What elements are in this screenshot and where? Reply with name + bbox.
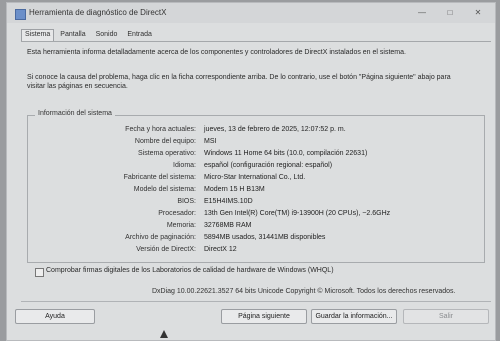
info-value: Windows 11 Home 64 bits (10.0, compilaci… — [204, 150, 368, 157]
title-bar[interactable]: Herramienta de diagnóstico de DirectX — … — [7, 3, 495, 23]
info-label: Idioma: — [173, 162, 196, 169]
system-info-title: Información del sistema — [35, 110, 115, 117]
info-label: Procesador: — [158, 210, 196, 217]
maximize-icon[interactable]: □ — [439, 7, 461, 19]
help-button[interactable]: Ayuda — [15, 309, 95, 324]
info-label: BIOS: — [177, 198, 196, 205]
copyright-text: DxDiag 10.00.22621.3527 64 bits Unicode … — [152, 288, 456, 295]
whql-checkbox-label[interactable]: Comprobar firmas digitales de los Labora… — [46, 267, 334, 274]
info-label: Versión de DirectX: — [136, 246, 196, 253]
dxdiag-window: Herramienta de diagnóstico de DirectX — … — [6, 2, 496, 341]
info-label: Fecha y hora actuales: — [125, 126, 196, 133]
info-value: DirectX 12 — [204, 246, 237, 253]
info-row-language: Idioma: español (configuración regional:… — [28, 162, 484, 173]
info-label: Memoria: — [166, 222, 196, 229]
save-info-button[interactable]: Guardar la información... — [311, 309, 397, 324]
info-value: MSI — [204, 138, 217, 145]
info-row-memory: Memoria: 32768MB RAM — [28, 222, 484, 233]
hint-text: Si conoce la causa del problema, haga cl… — [27, 74, 451, 90]
tab-pantalla[interactable]: Pantalla — [56, 29, 89, 41]
directx-app-icon — [15, 9, 26, 20]
info-value: 5894MB usados, 31441MB disponibles — [204, 234, 326, 241]
info-value: Micro-Star International Co., Ltd. — [204, 174, 306, 181]
mouse-cursor-icon — [160, 330, 168, 338]
info-value: Modern 15 H B13M — [204, 186, 265, 193]
tab-sonido[interactable]: Sonido — [92, 29, 122, 41]
close-icon[interactable]: ✕ — [467, 7, 489, 19]
info-row-manufacturer: Fabricante del sistema: Micro-Star Inter… — [28, 174, 484, 185]
intro-text: Esta herramienta informa detalladamente … — [27, 49, 406, 56]
info-label: Fabricante del sistema: — [123, 174, 196, 181]
info-row-processor: Procesador: 13th Gen Intel(R) Core(TM) i… — [28, 210, 484, 221]
info-value: español (configuración regional: español… — [204, 162, 333, 169]
info-row-bios: BIOS: E15H4IMS.10D — [28, 198, 484, 209]
exit-button[interactable]: Salir — [403, 309, 489, 324]
whql-checkbox[interactable] — [35, 268, 44, 277]
system-info-group: Fecha y hora actuales: jueves, 13 de feb… — [27, 115, 485, 263]
info-row-pagefile: Archivo de paginación: 5894MB usados, 31… — [28, 234, 484, 245]
info-label: Sistema operativo: — [138, 150, 196, 157]
info-row-computer-name: Nombre del equipo: MSI — [28, 138, 484, 149]
info-row-os: Sistema operativo: Windows 11 Home 64 bi… — [28, 150, 484, 161]
tab-sistema[interactable]: Sistema — [21, 29, 55, 41]
info-row-date: Fecha y hora actuales: jueves, 13 de feb… — [28, 126, 484, 137]
next-page-button[interactable]: Página siguiente — [221, 309, 307, 324]
tab-entrada[interactable]: Entrada — [123, 29, 156, 41]
window-title: Herramienta de diagnóstico de DirectX — [29, 8, 167, 17]
info-value: E15H4IMS.10D — [204, 198, 253, 205]
info-label: Nombre del equipo: — [134, 138, 196, 145]
info-value: 32768MB RAM — [204, 222, 252, 229]
minimize-icon[interactable]: — — [411, 7, 433, 19]
info-row-directx-version: Versión de DirectX: DirectX 12 — [28, 246, 484, 257]
info-value: 13th Gen Intel(R) Core(TM) i9-13900H (20… — [204, 210, 391, 217]
footer-divider — [21, 301, 491, 302]
info-row-model: Modelo del sistema: Modern 15 H B13M — [28, 186, 484, 197]
tab-divider — [21, 41, 491, 42]
info-label: Archivo de paginación: — [125, 234, 196, 241]
tab-strip: Sistema Pantalla Sonido Entrada — [21, 29, 156, 41]
info-label: Modelo del sistema: — [133, 186, 196, 193]
info-value: jueves, 13 de febrero de 2025, 12:07:52 … — [204, 126, 346, 133]
